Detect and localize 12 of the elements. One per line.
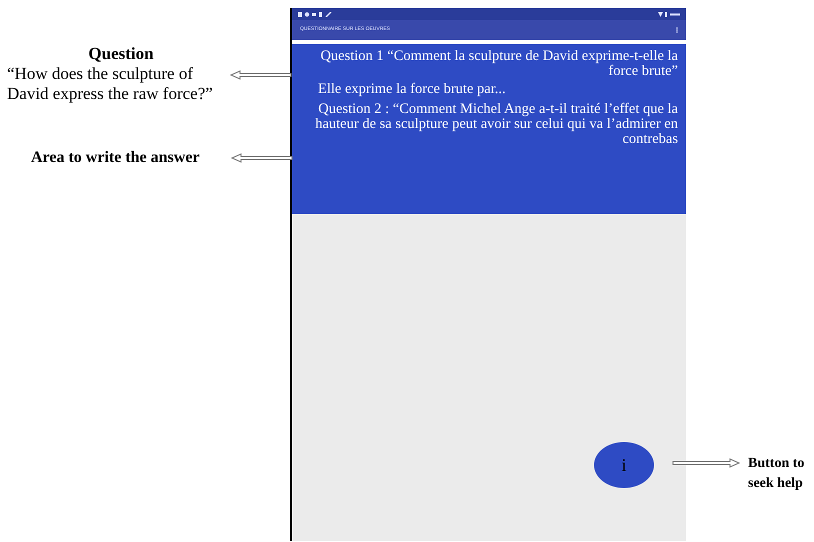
arrow-icon bbox=[672, 458, 740, 468]
annotation-title: Question bbox=[88, 44, 154, 64]
annotation-text: Area to write the answer bbox=[31, 148, 201, 168]
arrow-icon bbox=[230, 70, 292, 80]
status-icons-drawing bbox=[658, 12, 680, 16]
annotation-text: Button to seek help bbox=[748, 455, 806, 493]
arrow-icon bbox=[231, 153, 293, 163]
annotation-text: “How does the sculpture of David express the raw force?” bbox=[7, 64, 214, 104]
status-icons-drawing bbox=[298, 12, 332, 16]
question-text: Question 1 “Comment la sculpture de David exprime-t-elle la force brute” bbox=[319, 49, 678, 79]
question-text: Question 2 : “Comment Michel Ange a-t-il traité l’effet que la hauteur de sa sculpture peut avoir sur celui qui va l’admirer en contrebas bbox=[314, 102, 678, 147]
answer-field[interactable]: Elle exprime la force brute par... bbox=[318, 81, 618, 98]
